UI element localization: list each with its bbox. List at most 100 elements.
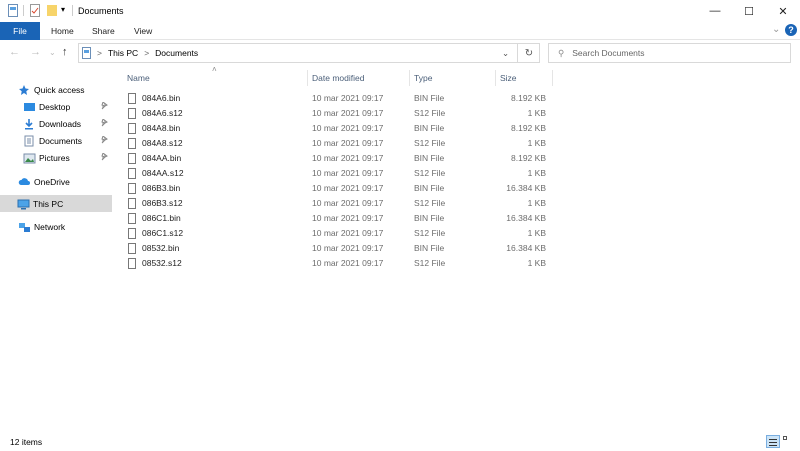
breadcrumb-documents[interactable]: Documents (155, 48, 198, 58)
sidebar-item-label: OneDrive (34, 176, 70, 187)
column-header-date[interactable]: Date modified (312, 70, 364, 86)
sidebar-item-label: Pictures (39, 152, 70, 163)
column-divider[interactable] (552, 70, 553, 86)
address-bar[interactable]: > This PC > Documents ⌄ (78, 43, 540, 63)
tab-share[interactable]: Share (82, 22, 125, 40)
details-view-button[interactable] (766, 435, 780, 448)
file-row[interactable]: 084AA.bin 10 mar 2021 09:17 BIN File 8.1… (120, 151, 552, 166)
file-date: 10 mar 2021 09:17 (312, 183, 384, 193)
star-icon (19, 84, 29, 95)
refresh-button[interactable]: ↻ (517, 43, 540, 63)
column-divider[interactable] (409, 70, 410, 86)
file-icon (128, 258, 136, 269)
sidebar-item-this-pc[interactable]: This PC (0, 195, 112, 212)
file-size: 8.192 KB (511, 153, 546, 163)
file-date: 10 mar 2021 09:17 (312, 93, 384, 103)
file-icon (128, 168, 136, 179)
search-box[interactable]: ⚲ Search Documents (548, 43, 791, 63)
up-button[interactable]: ↑ (62, 46, 68, 58)
window-title: Documents (78, 6, 124, 16)
sidebar-item-downloads[interactable]: Downloads (0, 115, 112, 132)
file-size: 16.384 KB (506, 213, 546, 223)
file-name: 084A6.bin (142, 93, 181, 103)
sidebar-item-pictures[interactable]: Pictures (0, 149, 112, 166)
this-pc-icon (82, 47, 91, 59)
column-header-type[interactable]: Type (414, 70, 432, 86)
sidebar-item-documents[interactable]: Documents (0, 132, 112, 149)
file-row[interactable]: 086C1.bin 10 mar 2021 09:17 BIN File 16.… (120, 211, 552, 226)
tab-home[interactable]: Home (41, 22, 84, 40)
properties-icon[interactable] (30, 4, 40, 17)
pin-icon[interactable] (101, 135, 108, 146)
file-row[interactable]: 086B3.bin 10 mar 2021 09:17 BIN File 16.… (120, 181, 552, 196)
expand-ribbon-icon[interactable]: ⌄ (772, 24, 780, 35)
title-bar: ▾ Documents — ☐ ✕ (0, 0, 800, 22)
new-folder-icon[interactable] (47, 5, 57, 16)
file-icon (128, 108, 136, 119)
column-divider[interactable] (495, 70, 496, 86)
file-row[interactable]: 08532.s12 10 mar 2021 09:17 S12 File 1 K… (120, 256, 552, 271)
file-name: 084A8.bin (142, 123, 181, 133)
file-type: S12 File (414, 198, 446, 208)
file-type: BIN File (414, 213, 445, 223)
search-icon: ⚲ (558, 47, 565, 58)
file-row[interactable]: 086C1.s12 10 mar 2021 09:17 S12 File 1 K… (120, 226, 552, 241)
file-date: 10 mar 2021 09:17 (312, 198, 384, 208)
file-size: 1 KB (527, 258, 546, 268)
file-row[interactable]: 084A8.s12 10 mar 2021 09:17 S12 File 1 K… (120, 136, 552, 151)
help-icon[interactable]: ? (785, 24, 797, 36)
file-date: 10 mar 2021 09:17 (312, 213, 384, 223)
forward-button[interactable]: → (30, 46, 41, 58)
sidebar-item-network[interactable]: Network (0, 218, 112, 235)
large-icons-view-button[interactable] (783, 436, 794, 447)
column-header-name[interactable]: Name (127, 70, 150, 86)
file-size: 16.384 KB (506, 243, 546, 253)
file-icon (128, 213, 136, 224)
column-divider[interactable] (307, 70, 308, 86)
sidebar-item-label: Documents (39, 135, 82, 146)
file-name: 08532.bin (142, 243, 180, 253)
recent-locations-button[interactable]: ⌄ (49, 48, 56, 57)
close-button[interactable]: ✕ (766, 0, 800, 22)
file-type: S12 File (414, 258, 446, 268)
pin-icon[interactable] (101, 152, 108, 163)
desktop-icon (24, 102, 35, 111)
sidebar-item-label: Quick access (34, 84, 85, 95)
tab-file[interactable]: File (0, 22, 40, 40)
file-name: 084AA.bin (142, 153, 182, 163)
address-dropdown-icon[interactable]: ⌄ (502, 48, 509, 59)
sidebar-item-quick-access[interactable]: Quick access (0, 81, 112, 98)
status-item-count: 12 items (10, 437, 43, 447)
customize-toolbar-dropdown[interactable]: ▾ (61, 5, 65, 14)
file-name: 084AA.s12 (142, 168, 184, 178)
file-size: 1 KB (527, 108, 546, 118)
file-row[interactable]: 086B3.s12 10 mar 2021 09:17 S12 File 1 K… (120, 196, 552, 211)
file-row[interactable]: 084A6.bin 10 mar 2021 09:17 BIN File 8.1… (120, 91, 552, 106)
sidebar-item-onedrive[interactable]: OneDrive (0, 173, 112, 190)
column-header-size[interactable]: Size (500, 70, 517, 86)
maximize-button[interactable]: ☐ (732, 0, 766, 22)
file-date: 10 mar 2021 09:17 (312, 258, 384, 268)
sort-ascending-icon: ˄ (212, 65, 217, 74)
back-button[interactable]: ← (9, 46, 20, 58)
minimize-button[interactable]: — (698, 0, 732, 22)
breadcrumb-this-pc[interactable]: This PC (108, 48, 138, 58)
file-icon (128, 123, 136, 134)
file-row[interactable]: 084A6.s12 10 mar 2021 09:17 S12 File 1 K… (120, 106, 552, 121)
pin-icon[interactable] (101, 118, 108, 129)
file-size: 1 KB (527, 198, 546, 208)
file-date: 10 mar 2021 09:17 (312, 243, 384, 253)
sidebar-item-desktop[interactable]: Desktop (0, 98, 112, 115)
pin-icon[interactable] (101, 101, 108, 112)
tab-view[interactable]: View (124, 22, 162, 40)
file-row[interactable]: 084AA.s12 10 mar 2021 09:17 S12 File 1 K… (120, 166, 552, 181)
file-row[interactable]: 084A8.bin 10 mar 2021 09:17 BIN File 8.1… (120, 121, 552, 136)
file-size: 16.384 KB (506, 183, 546, 193)
file-icon (128, 243, 136, 254)
search-placeholder: Search Documents (572, 48, 645, 58)
file-date: 10 mar 2021 09:17 (312, 138, 384, 148)
breadcrumb-separator: > (144, 48, 150, 58)
divider (23, 5, 24, 16)
file-row[interactable]: 08532.bin 10 mar 2021 09:17 BIN File 16.… (120, 241, 552, 256)
file-icon (128, 198, 136, 209)
